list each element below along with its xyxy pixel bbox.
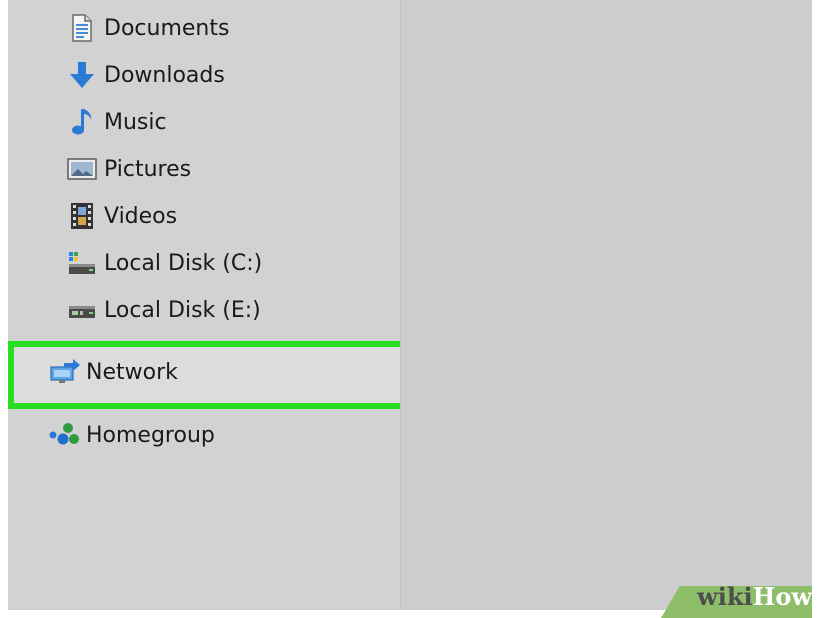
content-pane [400,0,812,610]
nav-item-label: Documents [104,15,230,41]
nav-item-label: Videos [104,203,178,229]
nav-item-label: Pictures [104,156,192,182]
local-disk-c-icon [66,248,98,278]
nav-item-label: Downloads [104,62,225,88]
watermark-prefix: wiki [697,582,753,611]
videos-icon [66,201,98,231]
nav-item-network[interactable]: Network [48,352,368,392]
nav-item-documents[interactable]: Documents [66,8,366,48]
nav-item-label: Network [86,359,178,385]
nav-item-local-disk-e[interactable]: Local Disk (E:) [66,290,366,330]
file-explorer-window: Documents Downloads Music Pictures Video… [8,0,812,610]
nav-item-videos[interactable]: Videos [66,196,366,236]
navigation-pane: Documents Downloads Music Pictures Video… [8,0,412,610]
pictures-icon [66,154,98,184]
nav-item-label: Homegroup [86,422,215,448]
documents-icon [66,13,98,43]
watermark-logo: wikiHow [697,582,812,611]
downloads-icon [66,60,98,90]
wikihow-watermark: wikiHow [652,578,812,618]
nav-item-downloads[interactable]: Downloads [66,55,366,95]
music-icon [66,107,98,137]
nav-item-label: Music [104,109,167,135]
nav-item-pictures[interactable]: Pictures [66,149,366,189]
network-icon [48,357,80,387]
homegroup-icon [48,420,80,450]
watermark-suffix: How [752,582,812,611]
nav-item-label: Local Disk (E:) [104,297,261,323]
nav-item-music[interactable]: Music [66,102,366,142]
local-disk-e-icon [66,295,98,325]
nav-item-homegroup[interactable]: Homegroup [48,415,368,455]
nav-item-label: Local Disk (C:) [104,250,263,276]
nav-item-local-disk-c[interactable]: Local Disk (C:) [66,243,366,283]
